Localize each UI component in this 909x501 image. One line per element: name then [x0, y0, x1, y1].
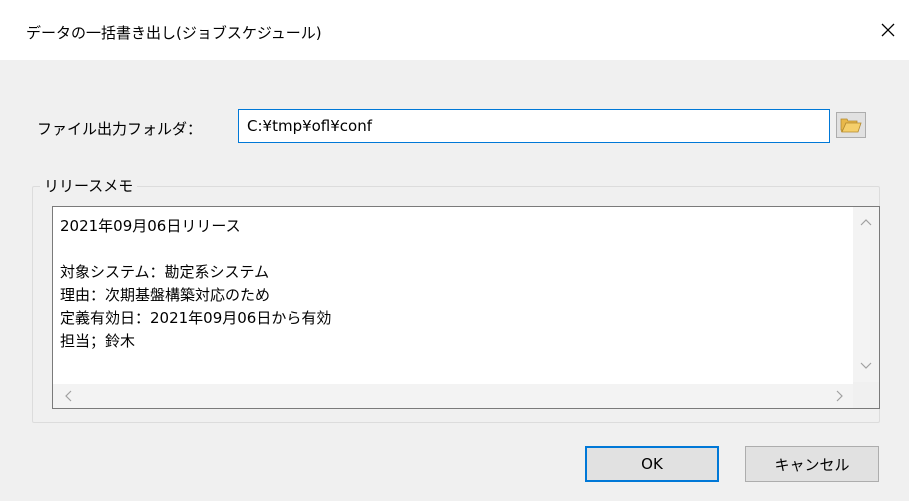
chevron-left-icon	[65, 390, 72, 402]
browse-folder-button[interactable]	[836, 112, 866, 138]
scroll-left-button[interactable]	[61, 389, 75, 403]
vertical-scrollbar[interactable]	[853, 207, 879, 383]
window-title: データの一括書き出し(ジョブスケジュール)	[26, 24, 322, 42]
scroll-up-button[interactable]	[859, 215, 873, 229]
release-memo-text: 2021年09月06日リリース 対象システム：勘定系システム 理由：次期基盤構築…	[60, 217, 332, 350]
ok-button[interactable]: OK	[585, 446, 719, 482]
scroll-down-button[interactable]	[859, 359, 873, 373]
title-bar: データの一括書き出し(ジョブスケジュール)	[0, 0, 909, 60]
scrollbar-corner	[853, 382, 879, 408]
horizontal-scrollbar[interactable]	[53, 384, 853, 408]
chevron-right-icon	[836, 390, 843, 402]
close-button[interactable]	[874, 16, 902, 44]
scroll-right-button[interactable]	[833, 389, 847, 403]
folder-open-icon	[840, 118, 862, 133]
chevron-down-icon	[860, 362, 872, 369]
folder-path-input[interactable]	[238, 109, 830, 143]
chevron-up-icon	[860, 219, 872, 226]
folder-label: ファイル出力フォルダ：	[37, 120, 203, 138]
close-icon	[881, 23, 895, 37]
cancel-button[interactable]: キャンセル	[745, 446, 879, 482]
release-memo-group-label: リリースメモ	[40, 175, 138, 196]
release-memo-textarea[interactable]: 2021年09月06日リリース 対象システム：勘定系システム 理由：次期基盤構築…	[52, 206, 880, 409]
